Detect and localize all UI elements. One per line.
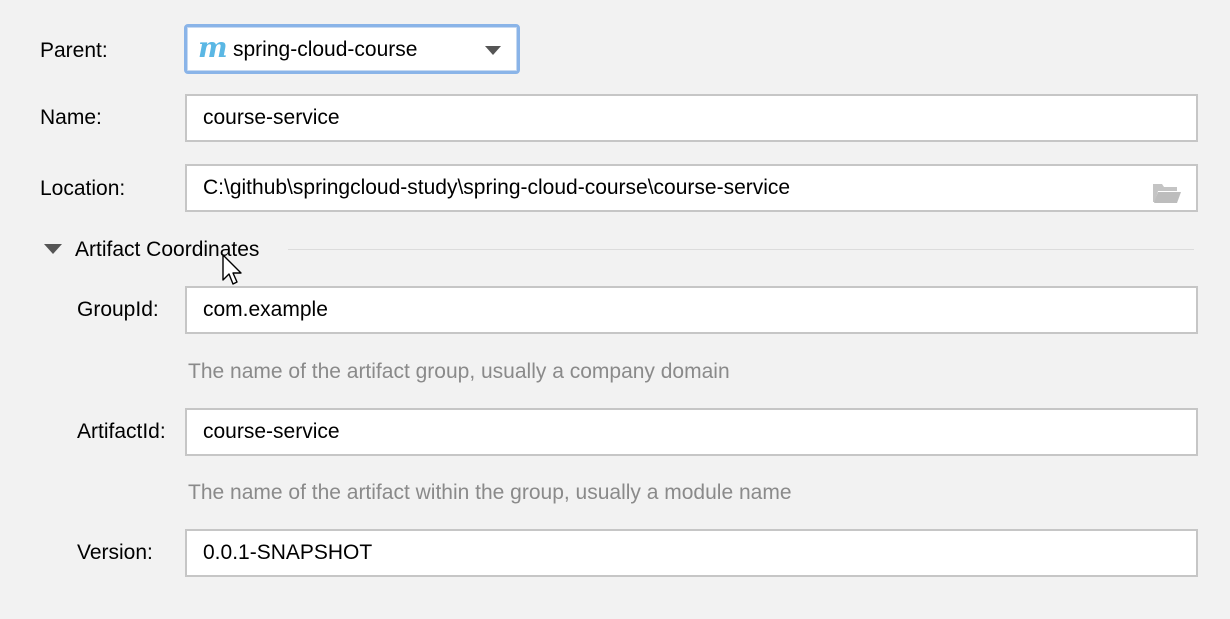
artifactid-field[interactable]: course-service <box>185 408 1198 456</box>
section-divider <box>288 249 1194 250</box>
maven-m-icon: m <box>198 31 228 64</box>
groupid-hint: The name of the artifact group, usually … <box>188 360 730 383</box>
groupid-field-value: com.example <box>203 298 328 321</box>
mouse-pointer-icon <box>222 254 242 286</box>
version-field[interactable]: 0.0.1-SNAPSHOT <box>185 529 1198 577</box>
name-field[interactable]: course-service <box>185 94 1198 142</box>
folder-open-icon[interactable] <box>1152 177 1182 203</box>
artifactid-hint: The name of the artifact within the grou… <box>188 481 792 504</box>
parent-label: Parent: <box>40 39 108 62</box>
location-field-value: C:\github\springcloud-study\spring-cloud… <box>203 176 791 199</box>
chevron-down-icon[interactable] <box>485 46 501 55</box>
parent-combobox[interactable]: m spring-cloud-course <box>184 24 520 74</box>
version-field-value: 0.0.1-SNAPSHOT <box>203 541 373 564</box>
new-module-form: Parent: m spring-cloud-course Name: cour… <box>0 0 1230 619</box>
parent-combobox-value: spring-cloud-course <box>233 38 418 61</box>
artifactid-label: ArtifactId: <box>77 420 166 443</box>
name-label: Name: <box>40 106 102 129</box>
version-label: Version: <box>77 541 153 564</box>
location-label: Location: <box>40 177 126 200</box>
artifactid-field-value: course-service <box>203 420 340 443</box>
location-field[interactable]: C:\github\springcloud-study\spring-cloud… <box>185 164 1198 212</box>
collapse-triangle-icon[interactable] <box>44 244 62 254</box>
groupid-field[interactable]: com.example <box>185 286 1198 334</box>
groupid-label: GroupId: <box>77 298 159 321</box>
name-field-value: course-service <box>203 106 340 129</box>
